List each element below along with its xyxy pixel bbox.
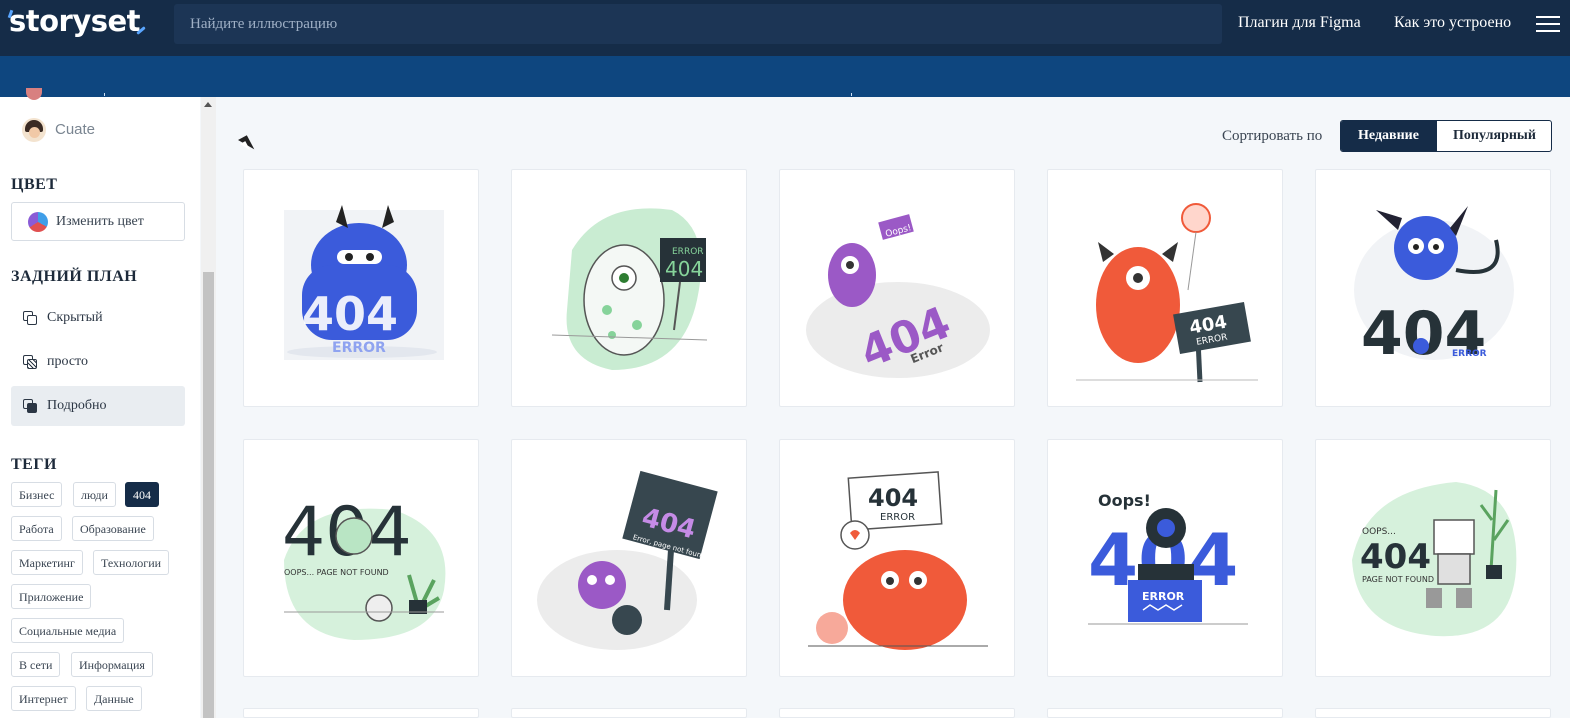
illustration-card[interactable] xyxy=(1047,708,1283,718)
illustration-card[interactable] xyxy=(243,708,479,718)
green-monster-404-illustration: ERROR 404 xyxy=(551,208,708,370)
red-monster-404-illustration: 404 ERROR xyxy=(1076,203,1258,383)
search-input[interactable]: Найдите иллюстрацию xyxy=(174,4,1222,44)
nav-figma-plugin-link[interactable]: Плагин для Figma xyxy=(1238,14,1361,32)
svg-text:OOPS...: OOPS... xyxy=(1362,527,1396,537)
svg-text:ERROR: ERROR xyxy=(672,247,704,257)
tags-section-title: ТЕГИ xyxy=(11,456,57,473)
svg-text:404: 404 xyxy=(1360,537,1431,577)
svg-text:ERROR: ERROR xyxy=(332,340,386,356)
tag-people[interactable]: люди xyxy=(73,482,116,507)
color-section-title: ЦВЕТ xyxy=(11,176,58,193)
change-color-label: Изменить цвет xyxy=(56,214,144,229)
illustration-card[interactable]: 404 ERROR xyxy=(1315,169,1551,407)
illustration-card[interactable]: 404 ERROR xyxy=(779,439,1015,677)
background-section-title: ЗАДНИЙ ПЛАН xyxy=(11,268,138,285)
avatar xyxy=(22,118,46,142)
tag-work[interactable]: Работа xyxy=(11,516,62,541)
color-wheel-icon xyxy=(28,212,48,232)
secondary-banner xyxy=(0,56,1570,97)
change-color-button[interactable]: Изменить цвет xyxy=(11,202,185,241)
blue-robot-404-illustration: Oops! 404 ERROR xyxy=(1088,491,1248,625)
red-cat-404-illustration: 404 ERROR xyxy=(808,471,988,650)
tag-internet[interactable]: Интернет xyxy=(11,686,76,711)
green-cat-404-illustration: 404 OOPS... PAGE NOT FOUND xyxy=(282,493,446,640)
purple-monster-404-illustration: Oops! 404 Error xyxy=(806,214,990,379)
tag-education[interactable]: Образование xyxy=(72,516,154,541)
purple-cat-404-illustration: 404 Error, page not found xyxy=(537,470,718,650)
blue-monster-404-illustration: 404 ERROR xyxy=(284,205,444,360)
illustration-card[interactable]: OOPS... 404 PAGE NOT FOUND xyxy=(1315,439,1551,677)
sidebar-scrollbar-thumb[interactable] xyxy=(203,272,214,718)
background-option-detailed[interactable]: Подробно xyxy=(11,386,185,426)
svg-text:404: 404 xyxy=(868,484,918,512)
illustration-card[interactable]: 404 ERROR xyxy=(1047,169,1283,407)
illustration-card[interactable]: Oops! 404 Error xyxy=(779,169,1015,407)
tag-app[interactable]: Приложение xyxy=(11,584,92,609)
background-option-simple[interactable]: просто xyxy=(11,342,185,382)
logo-text: storyset xyxy=(9,4,141,38)
style-item-label: Cuate xyxy=(55,121,96,138)
blue-cat-404-illustration: 404 ERROR xyxy=(1354,206,1514,369)
illustration-card[interactable]: 404 OOPS... PAGE NOT FOUND xyxy=(243,439,479,677)
svg-text:PAGE NOT FOUND: PAGE NOT FOUND xyxy=(1362,575,1434,584)
illustration-card[interactable]: ERROR 404 xyxy=(511,169,747,407)
tag-404[interactable]: 404 xyxy=(125,482,159,507)
sort-popular-button[interactable]: Популярный xyxy=(1436,121,1551,151)
svg-text:Oops!: Oops! xyxy=(1098,491,1151,510)
top-navigation-bar: storyset Найдите иллюстрацию Плагин для … xyxy=(0,0,1570,56)
tag-information[interactable]: Информация xyxy=(71,652,153,677)
hamburger-icon[interactable] xyxy=(1536,16,1560,34)
illustration-card[interactable]: 404 ERROR xyxy=(243,169,479,407)
tag-data[interactable]: Данные xyxy=(86,686,142,711)
illustration-card[interactable] xyxy=(511,708,747,718)
illustration-card[interactable] xyxy=(779,708,1015,718)
storyset-logo[interactable]: storyset xyxy=(7,4,146,38)
tag-technology[interactable]: Технологии xyxy=(93,550,170,575)
scroll-up-arrow-icon[interactable] xyxy=(204,102,212,107)
svg-text:ERROR: ERROR xyxy=(1452,349,1487,359)
layers-outline-icon xyxy=(23,311,37,325)
svg-text:OOPS... PAGE NOT FOUND: OOPS... PAGE NOT FOUND xyxy=(284,568,389,577)
svg-text:ERROR: ERROR xyxy=(880,512,915,523)
background-option-hidden[interactable]: Скрытый xyxy=(11,298,185,338)
illustration-card[interactable]: Oops! 404 ERROR xyxy=(1047,439,1283,677)
background-option-label: просто xyxy=(47,354,88,369)
svg-text:404: 404 xyxy=(665,257,703,281)
illustration-card[interactable]: 404 Error, page not found xyxy=(511,439,747,677)
nav-how-it-works-link[interactable]: Как это устроено xyxy=(1394,14,1511,32)
background-option-label: Подробно xyxy=(47,398,107,413)
illustration-card[interactable] xyxy=(1315,708,1551,718)
sort-recent-button[interactable]: Недавние xyxy=(1341,121,1436,151)
svg-text:404: 404 xyxy=(302,287,398,341)
search-placeholder: Найдите иллюстрацию xyxy=(190,16,338,32)
svg-text:ERROR: ERROR xyxy=(1142,590,1185,603)
sort-toggle: Недавние Популярный xyxy=(1340,120,1552,152)
tag-marketing[interactable]: Маркетинг xyxy=(11,550,83,575)
background-option-label: Скрытый xyxy=(47,310,103,325)
sort-label: Сортировать по xyxy=(1222,128,1323,144)
tag-business[interactable]: Бизнес xyxy=(11,482,63,507)
layers-filled-icon xyxy=(23,399,37,413)
tag-social-media[interactable]: Социальные медиа xyxy=(11,618,125,643)
tag-online[interactable]: В сети xyxy=(11,652,61,677)
layers-simple-icon xyxy=(23,355,37,369)
green-robot-404-illustration: OOPS... 404 PAGE NOT FOUND xyxy=(1352,482,1517,637)
